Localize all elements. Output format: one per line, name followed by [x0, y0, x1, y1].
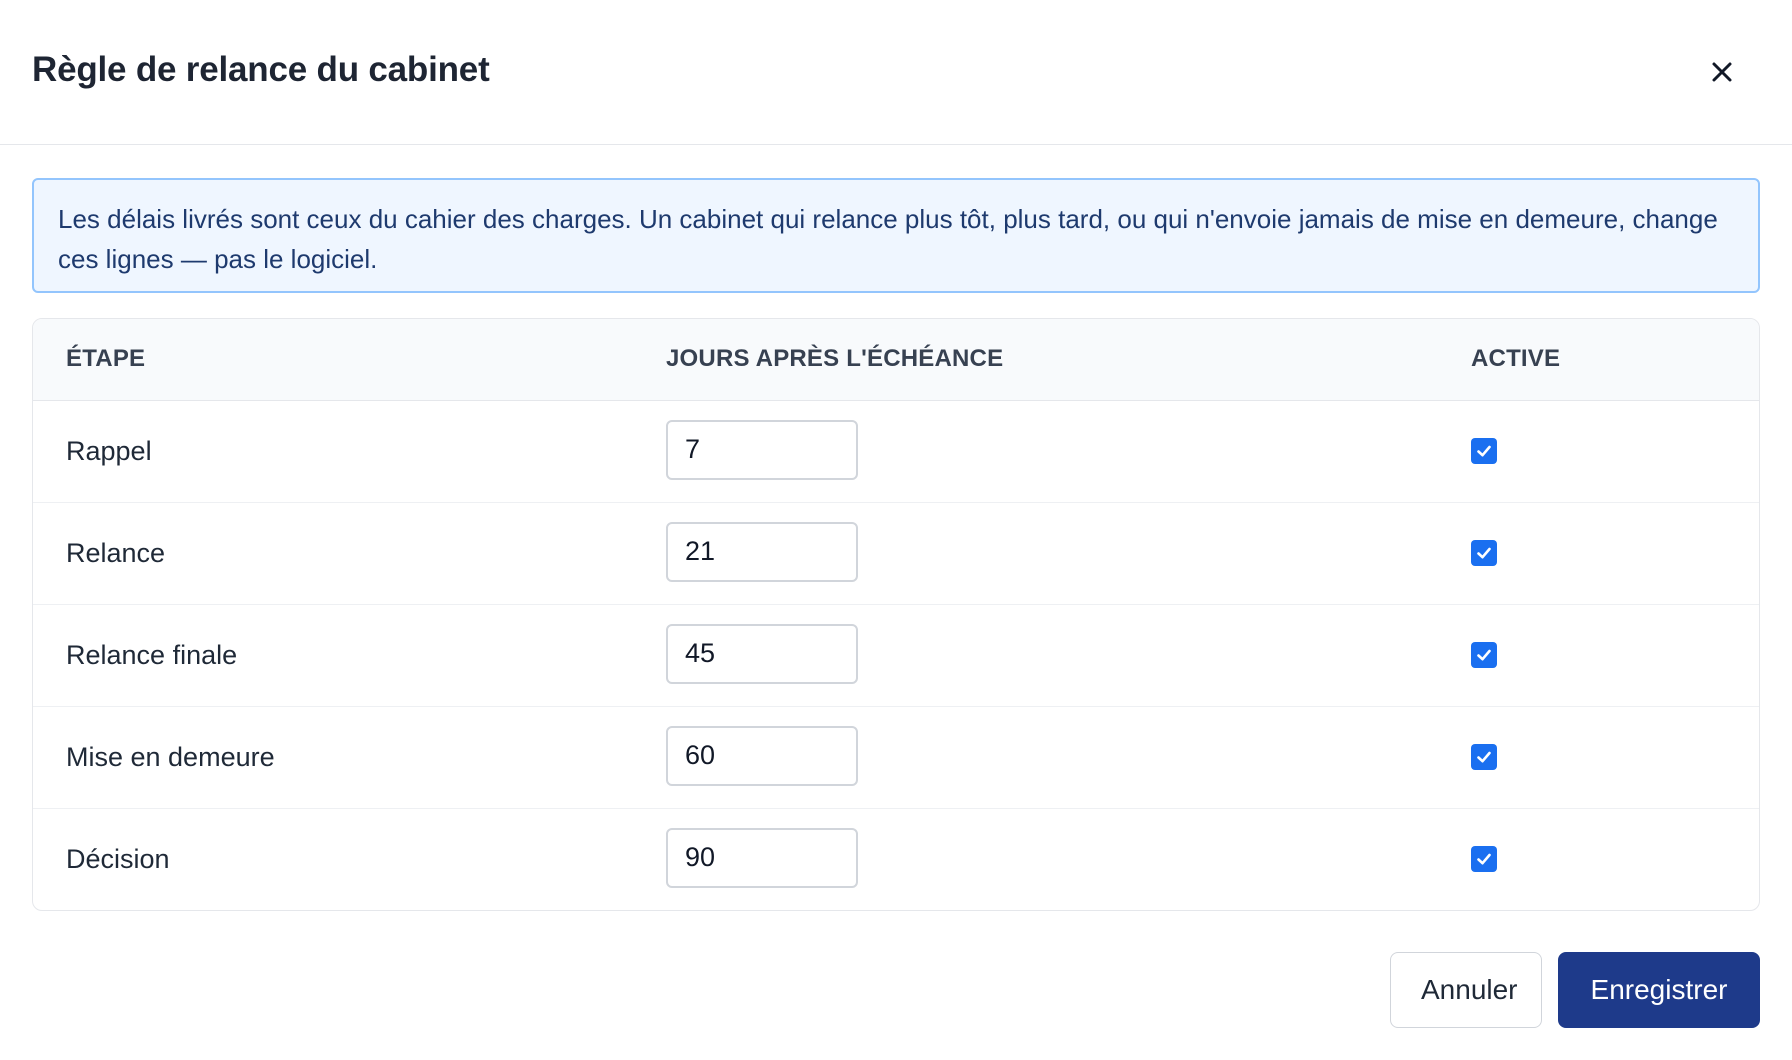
active-cell [1471, 705, 1759, 808]
dialog-footer: Annuler Enregistrer [1390, 952, 1760, 1028]
dialog-title: Règle de relance du cabinet [32, 50, 490, 89]
days-input[interactable] [666, 419, 858, 480]
days-input[interactable] [666, 521, 858, 582]
table-row: Mise en demeure [33, 705, 1759, 808]
days-cell [666, 603, 1471, 706]
days-input[interactable] [666, 827, 858, 888]
steps-table-container: ÉTAPE JOURS APRÈS L'ÉCHÉANCE ACTIVE Rapp… [32, 318, 1760, 911]
table-row: Rappel [33, 400, 1759, 502]
days-cell [666, 400, 1471, 502]
step-label: Relance [33, 501, 666, 604]
info-notice: Les délais livrés sont ceux du cahier de… [32, 178, 1760, 293]
steps-table-body: Rappel RelanceRelance finaleMise en demeu… [33, 400, 1759, 910]
checkmark-icon [1477, 547, 1491, 558]
steps-table: ÉTAPE JOURS APRÈS L'ÉCHÉANCE ACTIVE Rapp… [33, 319, 1759, 910]
table-row: Relance [33, 501, 1759, 604]
checkmark-icon [1477, 853, 1491, 865]
active-cell [1471, 400, 1759, 502]
days-cell [666, 807, 1471, 910]
save-button[interactable]: Enregistrer [1558, 952, 1760, 1028]
header-active: ACTIVE [1471, 319, 1759, 401]
active-checkbox[interactable] [1471, 437, 1497, 464]
reminder-rule-dialog: Règle de relance du cabinet Les délais l… [0, 0, 1792, 1060]
active-checkbox[interactable] [1471, 641, 1497, 668]
active-checkbox[interactable] [1471, 743, 1497, 770]
active-checkbox[interactable] [1471, 539, 1497, 566]
checkmark-icon [1477, 751, 1491, 762]
step-label: Mise en demeure [33, 705, 666, 808]
active-cell [1471, 807, 1759, 910]
close-button[interactable] [1702, 52, 1742, 92]
table-header-row: ÉTAPE JOURS APRÈS L'ÉCHÉANCE ACTIVE [33, 319, 1759, 401]
cancel-button[interactable]: Annuler [1390, 952, 1542, 1028]
table-row: Relance finale [33, 603, 1759, 706]
header-step: ÉTAPE [33, 319, 666, 401]
days-cell [666, 501, 1471, 604]
table-row: Décision [33, 807, 1759, 910]
info-notice-text: Les délais livrés sont ceux du cahier de… [58, 204, 1718, 274]
checkmark-icon [1477, 649, 1491, 660]
header-days: JOURS APRÈS L'ÉCHÉANCE [666, 319, 1471, 401]
close-icon [1712, 62, 1732, 82]
days-input[interactable] [666, 725, 858, 786]
step-label: Rappel [66, 435, 152, 466]
active-cell [1471, 501, 1759, 604]
days-cell [666, 705, 1471, 808]
days-input[interactable] [666, 623, 858, 684]
step-label: Décision [33, 807, 666, 910]
dialog-body: Les délais livrés sont ceux du cahier de… [0, 145, 1792, 911]
dialog-header: Règle de relance du cabinet [0, 0, 1792, 145]
active-checkbox[interactable] [1471, 845, 1497, 872]
active-cell [1471, 603, 1759, 706]
checkmark-icon [1477, 445, 1491, 456]
step-label: Relance finale [33, 603, 666, 706]
